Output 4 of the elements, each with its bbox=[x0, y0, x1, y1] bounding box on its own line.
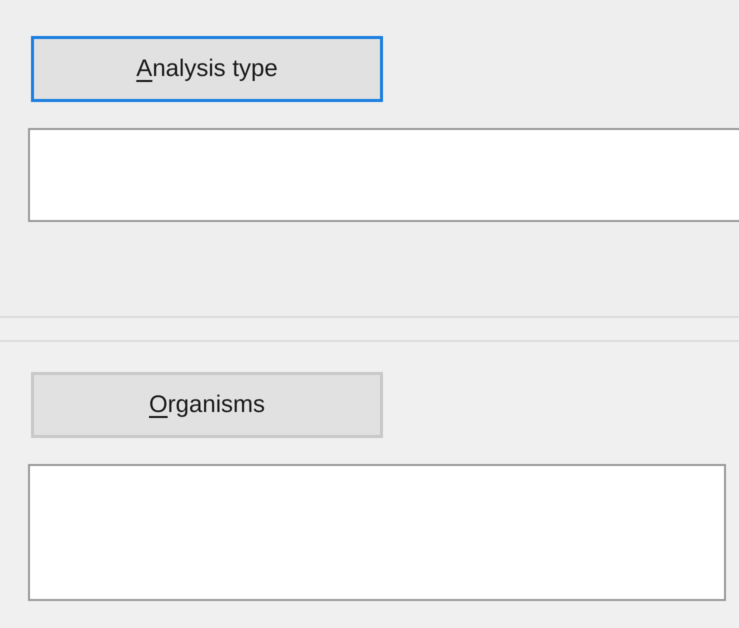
list-box[interactable] bbox=[28, 464, 726, 601]
section-button[interactable]: Analysis type bbox=[31, 36, 383, 102]
list-box[interactable] bbox=[28, 128, 739, 222]
section-button[interactable]: Organisms bbox=[31, 372, 383, 438]
